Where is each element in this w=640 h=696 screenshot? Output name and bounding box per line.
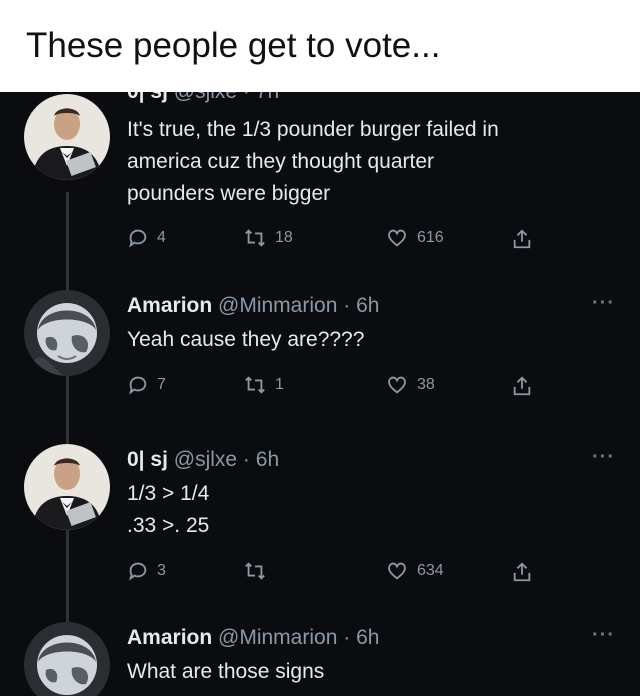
reply-count: 3 xyxy=(157,562,166,579)
tweet-header: 0| sj @sjlxe · 6h xyxy=(127,448,279,472)
share-icon xyxy=(513,562,531,582)
tweet-actions: 3 634 xyxy=(127,560,547,588)
more-options-icon[interactable]: ··· xyxy=(592,292,615,315)
avatar-man-tuxedo[interactable] xyxy=(24,444,110,530)
share-icon xyxy=(513,229,531,249)
avatar-anime-character[interactable] xyxy=(24,622,110,696)
tweet-time[interactable]: 7h xyxy=(256,92,279,103)
more-options-icon[interactable]: ··· xyxy=(592,624,615,647)
tweet-text-line: 1/3 > 1/4 xyxy=(127,482,210,505)
user-handle[interactable]: @sjlxe xyxy=(174,92,237,103)
tweet-time[interactable]: 6h xyxy=(356,626,379,649)
retweet-count: 18 xyxy=(275,229,293,246)
tweet-header: 0| sj @sjlxe · 7h xyxy=(127,92,279,104)
retweet-icon xyxy=(245,229,265,247)
reply-icon xyxy=(129,562,147,581)
tweet-text: What are those signs xyxy=(127,656,607,688)
tweet-actions: 4 18 616 xyxy=(127,227,547,255)
tweet-text-line: What are those signs xyxy=(127,660,325,683)
like-count: 616 xyxy=(417,229,444,246)
retweet-icon xyxy=(245,376,265,394)
like-count: 38 xyxy=(417,376,435,393)
reply-count: 4 xyxy=(157,229,166,246)
tweet-text: 1/3 > 1/4 .33 >. 25 xyxy=(127,478,607,542)
separator-dot: · xyxy=(343,626,351,649)
tweet-text: It's true, the 1/3 pounder burger failed… xyxy=(127,114,607,210)
separator-dot: · xyxy=(343,294,351,317)
separator-dot: · xyxy=(243,92,250,103)
retweet-button[interactable] xyxy=(243,560,275,582)
reply-button[interactable]: 4 xyxy=(127,227,166,249)
reply-icon xyxy=(129,229,147,248)
user-handle[interactable]: @Minmarion xyxy=(218,294,337,317)
retweet-count: 1 xyxy=(275,376,284,393)
display-name[interactable]: 0| sj xyxy=(127,448,168,471)
retweet-button[interactable]: 1 xyxy=(243,374,284,396)
share-icon xyxy=(513,376,531,396)
like-button[interactable]: 634 xyxy=(385,560,444,582)
display-name[interactable]: Amarion xyxy=(127,294,212,317)
tweet-text-line: Yeah cause they are???? xyxy=(127,328,365,351)
tweet-header: Amarion @Minmarion · 6h xyxy=(127,626,379,650)
share-button[interactable] xyxy=(511,560,533,584)
thread-connector xyxy=(66,526,69,626)
reply-button[interactable]: 3 xyxy=(127,560,166,582)
reply-icon xyxy=(129,376,147,395)
tweet-time[interactable]: 6h xyxy=(356,294,379,317)
like-count: 634 xyxy=(417,562,444,579)
heart-icon xyxy=(388,229,406,247)
like-button[interactable]: 38 xyxy=(385,374,435,396)
like-button[interactable]: 616 xyxy=(385,227,444,249)
tweet-text: Yeah cause they are???? xyxy=(127,324,607,356)
tweet-actions: 7 1 38 xyxy=(127,374,547,402)
tweet-time[interactable]: 6h xyxy=(256,448,279,471)
user-handle[interactable]: @Minmarion xyxy=(218,626,337,649)
tweet-text-line: It's true, the 1/3 pounder burger failed… xyxy=(127,118,499,141)
tweet-text-line: .33 >. 25 xyxy=(127,514,210,537)
avatar-man-tuxedo[interactable] xyxy=(24,94,110,180)
display-name[interactable]: Amarion xyxy=(127,626,212,649)
share-button[interactable] xyxy=(511,227,533,251)
separator-dot: · xyxy=(242,448,250,471)
display-name[interactable]: 0| sj xyxy=(127,92,168,103)
avatar-anime-character[interactable] xyxy=(24,290,110,376)
reply-count: 7 xyxy=(157,376,166,393)
tweet-thread: 0| sj @sjlxe · 7h ··· It's true, the 1/3… xyxy=(0,92,640,696)
retweet-icon xyxy=(245,562,265,580)
user-handle[interactable]: @sjlxe xyxy=(174,448,237,471)
heart-icon xyxy=(388,562,406,580)
tweet-text-line: america cuz they thought quarter xyxy=(127,150,435,173)
thread-connector xyxy=(66,192,69,292)
tweet-header: Amarion @Minmarion · 6h xyxy=(127,294,379,318)
more-options-icon[interactable]: ··· xyxy=(592,92,615,101)
caption-title: These people get to vote... xyxy=(26,26,441,65)
share-button[interactable] xyxy=(511,374,533,398)
retweet-button[interactable]: 18 xyxy=(243,227,293,249)
caption-header: These people get to vote... xyxy=(0,0,640,92)
heart-icon xyxy=(388,376,406,394)
reply-button[interactable]: 7 xyxy=(127,374,166,396)
more-options-icon[interactable]: ··· xyxy=(592,446,615,469)
tweet-text-line: pounders were bigger xyxy=(127,182,331,205)
